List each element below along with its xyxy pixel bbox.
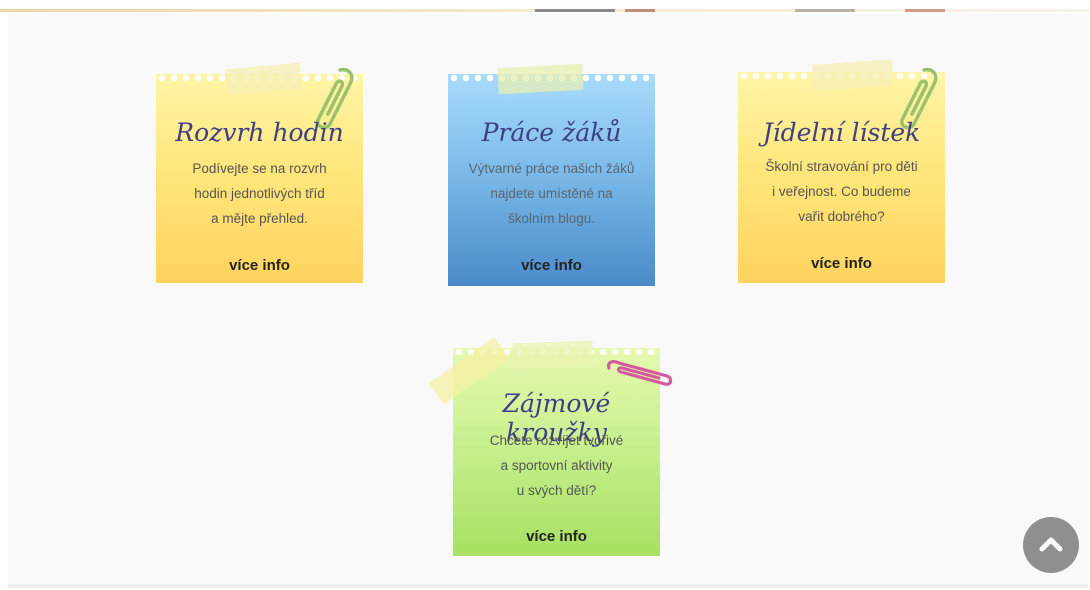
card-text-line: u svých dětí? (516, 483, 597, 498)
more-info-link[interactable]: více info (156, 257, 363, 274)
top-strip-segment (625, 9, 655, 12)
card-text-line: i veřejnost. Co budeme (772, 184, 911, 199)
top-strip (0, 0, 1090, 12)
card-title: Rozvrh hodin (175, 118, 344, 147)
chevron-up-icon (1039, 537, 1063, 552)
scroll-to-top-button[interactable] (1023, 517, 1079, 573)
more-info-link[interactable]: více info (448, 257, 655, 274)
card-text-line: najdete umístěné na (490, 186, 613, 201)
note-card-rozvrh: Rozvrh hodin Podívejte se na rozvrh hodi… (156, 62, 363, 283)
card-title: Práce žáků (481, 118, 622, 147)
top-strip-segment (795, 9, 855, 12)
card-text-line: a sportovní aktivity (500, 458, 613, 473)
tape-strip (512, 340, 594, 370)
note-card-jidelni: Jídelní lístek Školní stravování pro dět… (738, 59, 945, 283)
tape-strip (497, 63, 584, 95)
card-title: Jídelní lístek (762, 118, 921, 147)
card-text-line: Podívejte se na rozvrh (192, 161, 327, 176)
note-card-prace: Práce žáků Výtvarné práce našich žáků na… (448, 63, 655, 286)
card-text-line: a mějte přehled. (211, 211, 308, 226)
tape-strip (812, 59, 894, 91)
more-info-link[interactable]: více info (738, 255, 945, 272)
note-card-krouzky: Zájmové kroužky Chcete rozvíjet tvořivé … (428, 337, 673, 556)
card-text-line: Výtvarné práce našich žáků (468, 161, 635, 176)
paperclip-icon (603, 360, 675, 392)
card-text-line: školním blogu. (507, 211, 596, 226)
card-text-line: Školní stravování pro děti (765, 159, 918, 174)
top-strip-segment (905, 9, 945, 12)
content-panel-bottom (8, 584, 1088, 588)
more-info-link[interactable]: více info (453, 528, 660, 545)
card-text-line: hodin jednotlivých tříd (194, 186, 325, 201)
card-text-line: vařit dobrého? (798, 209, 885, 224)
card-text-line: Chcete rozvíjet tvořivé (489, 433, 624, 448)
top-strip-segment (535, 9, 615, 12)
